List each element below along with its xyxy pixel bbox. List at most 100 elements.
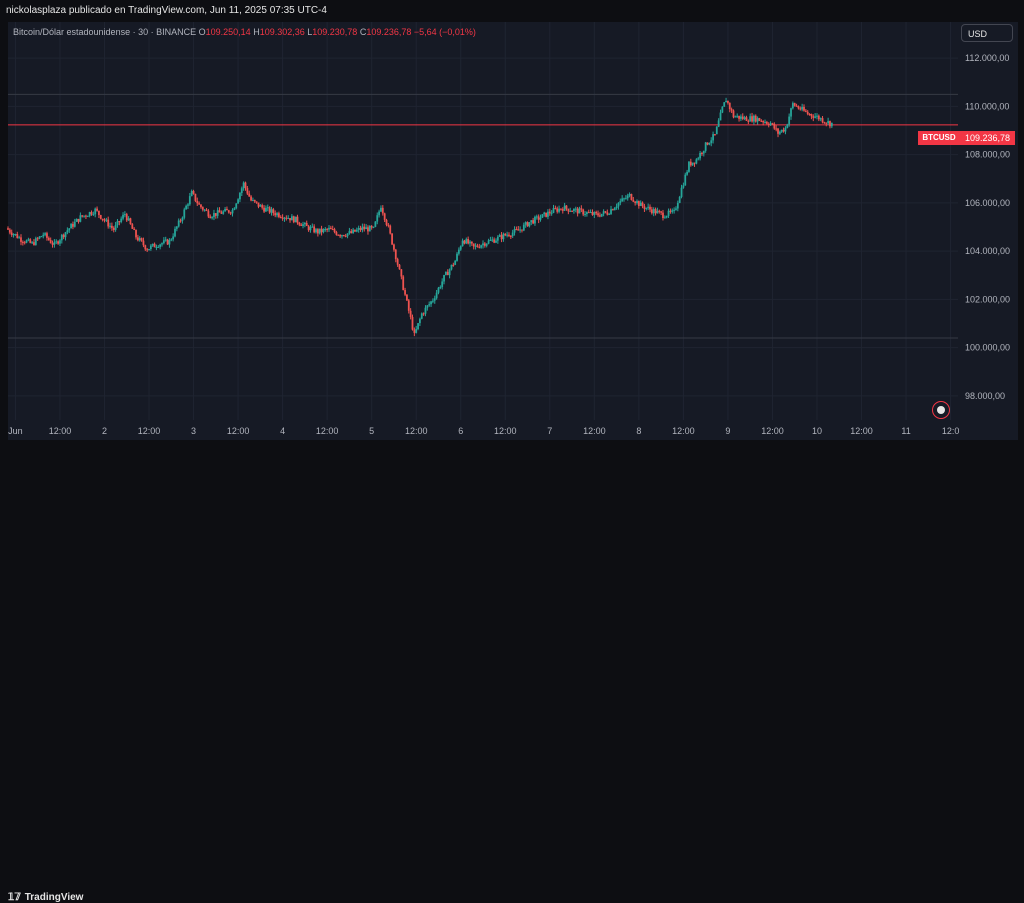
candle-body: [98, 210, 100, 216]
candle-body: [309, 227, 312, 231]
candle-body: [205, 209, 208, 211]
candle-body: [367, 227, 369, 232]
candle-body: [483, 243, 486, 246]
candle-body: [528, 222, 531, 227]
symbol-name[interactable]: Bitcoin/Dólar estadounidense · 30 · BINA…: [13, 27, 196, 37]
flag-icon[interactable]: [932, 401, 950, 419]
candle-body: [331, 229, 334, 231]
legend-o-label: O: [198, 27, 206, 37]
candle-body: [131, 224, 134, 229]
x-tick-label: 12:00: [227, 426, 250, 436]
candle-body: [23, 242, 26, 244]
candle-body: [194, 193, 197, 201]
candle-body: [743, 117, 746, 119]
candle-body: [619, 201, 622, 203]
candle-body: [658, 210, 661, 212]
candle-body: [53, 242, 56, 245]
candle-body: [482, 243, 484, 246]
candle-body: [817, 115, 820, 120]
candle-body: [643, 206, 646, 209]
candle-body: [571, 210, 573, 212]
candle-body: [567, 208, 570, 212]
candle-body: [133, 228, 136, 230]
candle-body: [44, 233, 47, 235]
candle-body: [413, 329, 416, 333]
candle-body: [175, 226, 178, 229]
candle-body: [725, 100, 727, 103]
x-tick-label: 12:00: [405, 426, 428, 436]
candle-body: [675, 208, 677, 210]
candle-body: [235, 203, 238, 209]
x-tick-label: 12:00: [494, 426, 517, 436]
candle-body: [237, 199, 239, 204]
x-tick-label: 5: [369, 426, 374, 436]
candle-body: [476, 245, 479, 247]
currency-button[interactable]: USD: [961, 24, 1013, 42]
candle-body: [563, 205, 566, 211]
candle-body: [92, 214, 95, 216]
candle-body: [816, 115, 818, 117]
candle-body: [771, 123, 774, 125]
candle-body: [485, 243, 488, 246]
candle-body: [645, 207, 648, 209]
candle-body: [647, 206, 650, 208]
candle-body: [751, 116, 753, 122]
candle-body: [439, 286, 442, 288]
candle-body: [502, 233, 505, 240]
x-tick-label: 3: [191, 426, 196, 436]
candle-body: [240, 188, 243, 194]
candle-body: [710, 140, 713, 143]
candle-body: [231, 209, 234, 214]
candle-body: [784, 127, 787, 132]
legend-high: 109.302,36: [259, 27, 305, 37]
candle-body: [469, 241, 471, 244]
candle-body: [634, 201, 637, 203]
candle-body: [259, 205, 262, 207]
candle-body: [608, 213, 611, 215]
candle-body: [105, 219, 108, 221]
candle-body: [99, 215, 102, 219]
candle-body: [556, 208, 559, 212]
candle-body: [179, 220, 182, 222]
candle-body: [797, 106, 800, 109]
candle-body: [580, 208, 583, 210]
candle-body: [628, 194, 631, 196]
candle-body: [795, 105, 798, 107]
candle-body: [452, 264, 455, 266]
candle-body: [428, 304, 431, 306]
candle-body: [411, 317, 414, 330]
candle-body: [465, 239, 468, 244]
candle-body: [129, 218, 132, 225]
candle-body: [337, 234, 340, 236]
candle-body: [161, 243, 163, 245]
candle-body: [827, 121, 830, 124]
candle-body: [706, 142, 709, 145]
candle-body: [211, 217, 214, 219]
candle-body: [36, 238, 39, 240]
candle-body: [213, 213, 215, 218]
candle-body: [136, 237, 139, 241]
candle-body: [305, 223, 308, 226]
legend-open: 109.250,14: [205, 27, 251, 37]
candle-body: [172, 236, 175, 240]
candle-body: [326, 228, 329, 230]
candle-body: [125, 214, 128, 221]
candle-body: [168, 240, 171, 245]
candle-body: [610, 209, 612, 214]
candle-body: [88, 212, 91, 217]
candle-body: [457, 249, 460, 254]
candle-body: [246, 188, 249, 194]
candle-body: [207, 210, 210, 217]
candle-body: [424, 307, 427, 314]
candle-body: [302, 224, 304, 226]
candle-body: [142, 240, 145, 246]
x-tick-label: 8: [636, 426, 641, 436]
candle-body: [138, 238, 141, 241]
candle-body: [461, 240, 464, 247]
tradingview-logo[interactable]: 𝟙𝟟 TradingView: [8, 892, 83, 903]
candle-body: [118, 221, 121, 223]
candle-body: [552, 208, 555, 213]
price-chart[interactable]: 112.000,00 110.000,00 108.000,00 106.000,00…: [0, 0, 1024, 467]
candle-body: [224, 208, 226, 212]
candle-body: [7, 228, 9, 230]
